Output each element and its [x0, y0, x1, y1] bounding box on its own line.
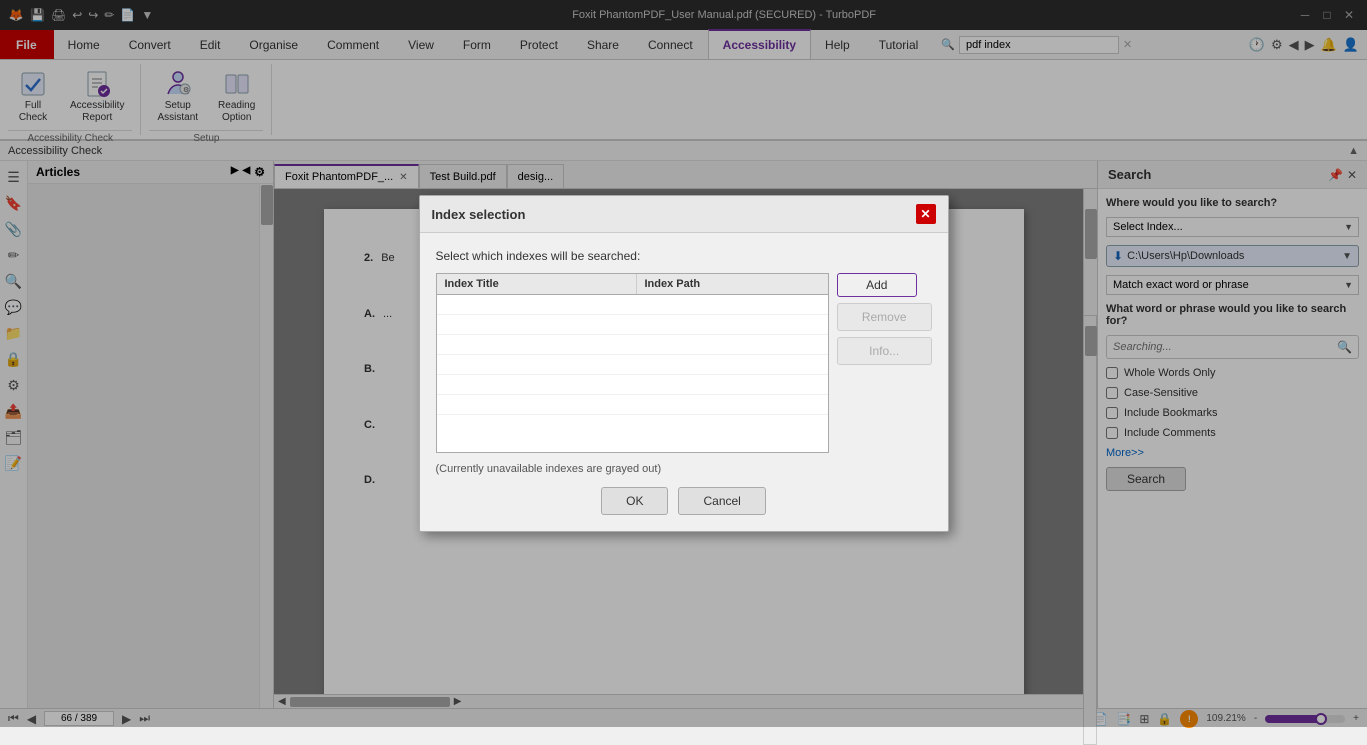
modal-ok-button[interactable]: OK	[601, 487, 668, 515]
table-row	[437, 355, 828, 375]
modal-add-button[interactable]: Add	[837, 273, 917, 297]
modal-cancel-button[interactable]: Cancel	[678, 487, 765, 515]
col-index-title: Index Title	[437, 274, 637, 294]
modal-content-row: Index Title Index Path Add	[436, 273, 932, 463]
modal-table: Index Title Index Path	[436, 273, 829, 453]
modal-table-body	[437, 295, 828, 415]
table-row	[437, 335, 828, 355]
modal-title: Index selection	[432, 207, 526, 222]
modal-note: (Currently unavailable indexes are graye…	[436, 463, 932, 475]
modal-footer: OK Cancel	[436, 487, 932, 515]
modal-close-button[interactable]: ✕	[916, 204, 936, 224]
col-index-path: Index Path	[637, 274, 828, 294]
modal-subtitle: Select which indexes will be searched:	[436, 249, 932, 263]
table-row	[437, 375, 828, 395]
table-row	[437, 315, 828, 335]
modal-right-buttons: Add Remove Info...	[837, 273, 932, 463]
modal-titlebar: Index selection ✕	[420, 196, 948, 233]
modal-info-button[interactable]: Info...	[837, 337, 932, 365]
table-row	[437, 395, 828, 415]
modal-overlay: Index selection ✕ Select which indexes w…	[0, 0, 1367, 727]
modal-body: Select which indexes will be searched: I…	[420, 233, 948, 531]
modal-table-header: Index Title Index Path	[437, 274, 828, 295]
table-row	[437, 295, 828, 315]
modal-remove-button[interactable]: Remove	[837, 303, 932, 331]
index-selection-modal: Index selection ✕ Select which indexes w…	[419, 195, 949, 532]
